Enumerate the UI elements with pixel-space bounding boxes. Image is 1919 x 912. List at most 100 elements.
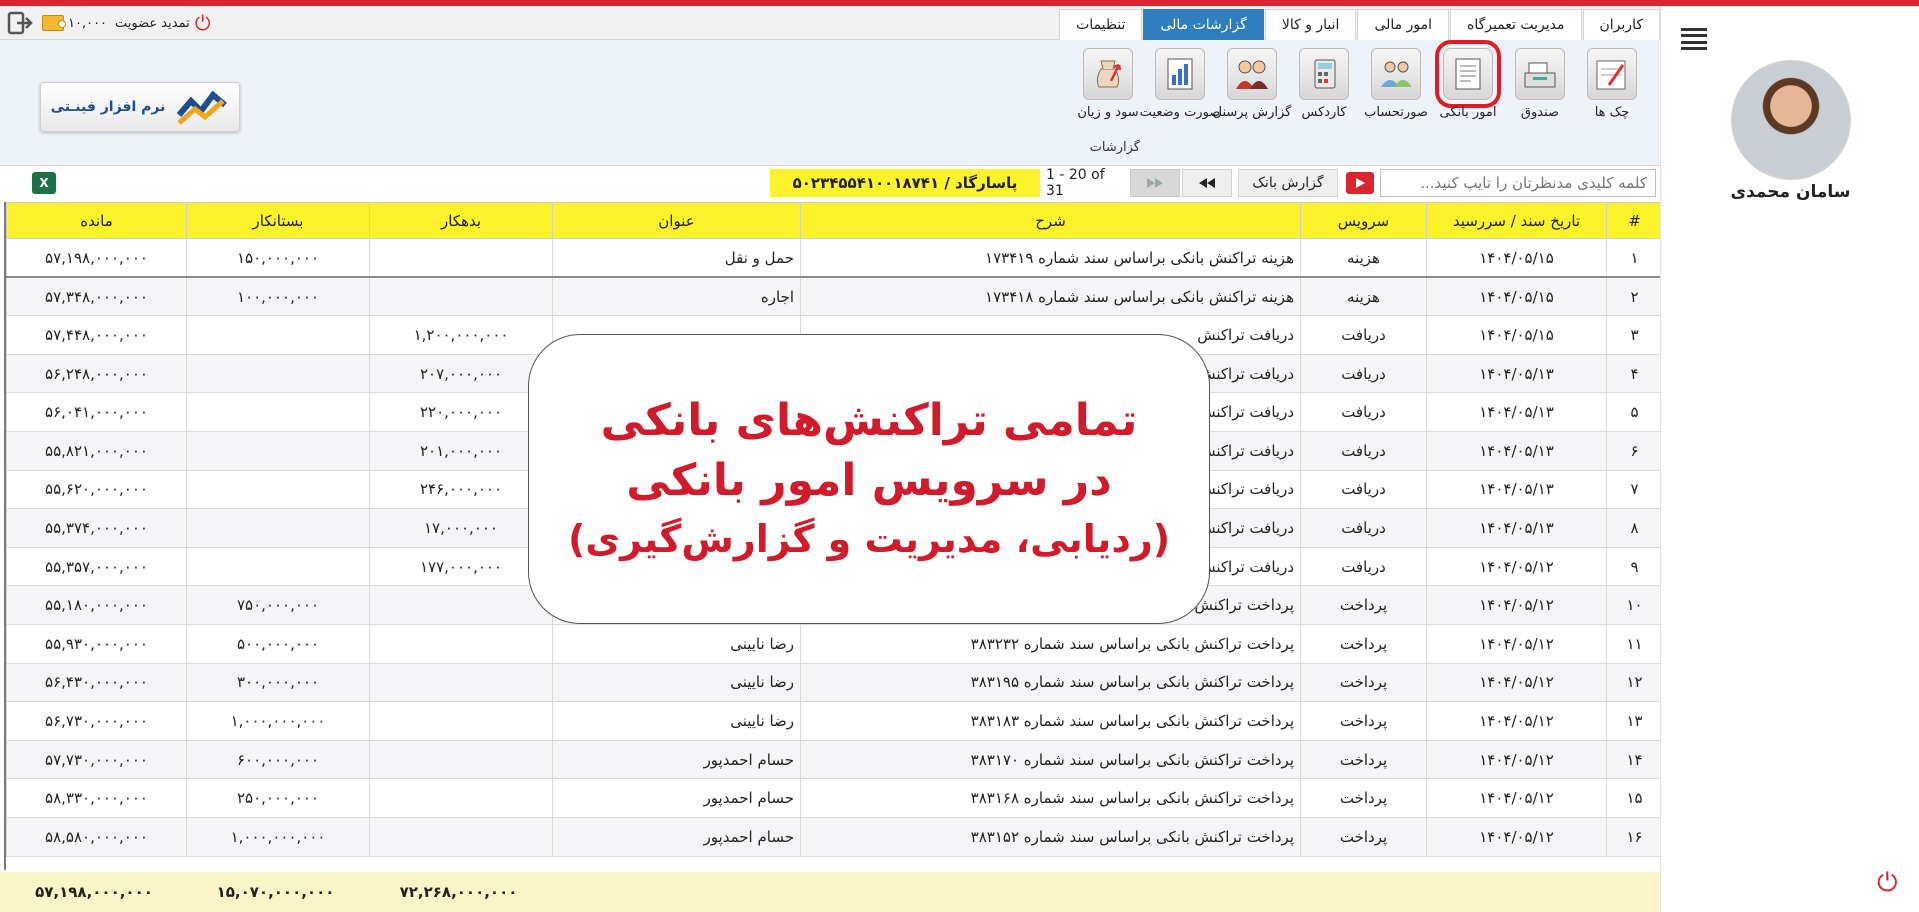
- cell-balance: ۵۷,۳۴۸,۰۰۰,۰۰۰: [6, 276, 187, 317]
- col-description[interactable]: شرح: [800, 202, 1301, 239]
- power-icon: ⏻: [1877, 868, 1898, 898]
- col-number[interactable]: #: [1606, 202, 1660, 239]
- cell-date: ۱۴۰۴/۰۵/۱۳: [1426, 392, 1607, 432]
- ribbon-staff-report[interactable]: گزارش پرسنل: [1213, 48, 1291, 132]
- cell-credit: ۱۵۰,۰۰۰,۰۰۰: [186, 238, 370, 279]
- cell-date: ۱۴۰۴/۰۵/۱۲: [1426, 623, 1607, 664]
- cell-description: هزینه تراکنش بانکی براساس سند شماره ۱۷۳۴…: [800, 238, 1301, 279]
- cell-balance: ۵۶,۴۳۰,۰۰۰,۰۰۰: [6, 662, 187, 703]
- cell-service: پرداخت: [1300, 701, 1427, 741]
- table-row[interactable]: ۱۱ ۱۴۰۴/۰۵/۱۲ پرداخت پرداخت تراکنش بانکی بر…: [6, 623, 1660, 664]
- tab-settings[interactable]: تنظیمات: [1059, 9, 1143, 40]
- table-row[interactable]: ۱۶ ۱۴۰۴/۰۵/۱۲ پرداخت پرداخت تراکنش بانکی بر…: [6, 816, 1660, 857]
- ribbon-cheques[interactable]: چک ها: [1578, 48, 1646, 132]
- menu-icon-bar: [1681, 34, 1707, 38]
- ribbon-status-report[interactable]: صورت وضعیت: [1140, 48, 1220, 132]
- cell-description: پرداخت تراکنش بانکی براساس سند شماره ۳۸۳…: [800, 701, 1301, 741]
- cell-description: پرداخت تراکنش بانکی براساس سند شماره ۳۸۳…: [800, 739, 1301, 780]
- ribbon-banking[interactable]: امور بانکی: [1434, 40, 1502, 132]
- cell-credit: [186, 315, 370, 355]
- cell-title: رضا نایینی: [552, 623, 801, 664]
- next-page-button[interactable]: [1182, 169, 1232, 197]
- wallet-credit[interactable]: ۱۰,۰۰۰: [42, 15, 107, 31]
- cell-credit: ۳۰۰,۰۰۰,۰۰۰: [186, 662, 370, 703]
- cell-balance: ۵۵,۱۸۰,۰۰۰,۰۰۰: [6, 585, 187, 625]
- col-balance[interactable]: مانده: [6, 202, 187, 239]
- cell-date: ۱۴۰۴/۰۵/۱۵: [1426, 276, 1607, 317]
- cell-service: هزینه: [1300, 276, 1427, 317]
- logout-button[interactable]: [6, 10, 34, 36]
- cash-register-icon: [1524, 62, 1556, 88]
- menu-icon-bar: [1681, 28, 1707, 31]
- col-date[interactable]: تاریخ سند / سررسید: [1426, 202, 1607, 239]
- cell-credit: ۱,۰۰۰,۰۰۰,۰۰۰: [186, 701, 370, 741]
- table-row[interactable]: ۱۳ ۱۴۰۴/۰۵/۱۲ پرداخت پرداخت تراکنش بانکی بر…: [6, 701, 1660, 741]
- cell-balance: ۵۵,۶۲۰,۰۰۰,۰۰۰: [6, 469, 187, 510]
- tab-inventory[interactable]: انبار و کالا: [1264, 9, 1357, 40]
- cell-credit: [186, 469, 370, 510]
- cell-debit: [369, 276, 553, 317]
- bank-document-icon: [1455, 58, 1481, 90]
- ribbon-cashbox[interactable]: صندوق: [1506, 48, 1574, 132]
- renew-membership[interactable]: تمدید عضویت ⏻: [115, 13, 211, 33]
- table-row[interactable]: ۱ ۱۴۰۴/۰۵/۱۵ هزینه هزینه تراکنش بانکی براسا…: [6, 238, 1660, 279]
- ribbon-cardex[interactable]: کاردکس: [1290, 48, 1358, 132]
- app-logo: نرم افزار فینـتی: [40, 82, 240, 132]
- avatar[interactable]: [1731, 60, 1851, 180]
- hamburger-menu-button[interactable]: [1681, 28, 1707, 50]
- bank-report-button[interactable]: گزارش بانک: [1238, 169, 1338, 197]
- cell-debit: ۱,۲۰۰,۰۰۰,۰۰۰: [369, 315, 553, 355]
- excel-export-button[interactable]: X: [32, 172, 56, 194]
- previous-page-button[interactable]: [1130, 169, 1180, 197]
- cell-number: ۷: [1606, 469, 1660, 510]
- cell-title: حسام احمدپور: [552, 778, 801, 818]
- col-debit[interactable]: بدهکار: [369, 202, 553, 239]
- cell-number: ۱: [1606, 238, 1660, 279]
- cell-date: ۱۴۰۴/۰۵/۱۲: [1426, 585, 1607, 625]
- cell-date: ۱۴۰۴/۰۵/۱۳: [1426, 469, 1607, 510]
- tab-financial-reports[interactable]: گزارشات مالی: [1143, 9, 1264, 40]
- cell-date: ۱۴۰۴/۰۵/۱۲: [1426, 778, 1607, 818]
- table-row[interactable]: ۲ ۱۴۰۴/۰۵/۱۵ هزینه هزینه تراکنش بانکی براسا…: [6, 276, 1660, 317]
- top-header: کاربران مدیریت تعمیرگاه امور مالی انبار …: [0, 6, 1660, 40]
- col-credit[interactable]: بستانکار: [186, 202, 370, 239]
- cell-debit: [369, 701, 553, 741]
- ribbon-statement[interactable]: صورتحساب: [1362, 48, 1430, 132]
- cell-number: ۱۶: [1606, 816, 1660, 857]
- cell-number: ۸: [1606, 508, 1660, 548]
- run-search-button[interactable]: [1346, 172, 1374, 194]
- total-debit: ۷۲,۲۶۸,۰۰۰,۰۰۰: [399, 883, 518, 901]
- cheque-icon: [1596, 60, 1626, 90]
- cell-debit: [369, 739, 553, 780]
- cell-debit: ۱۷,۰۰۰,۰۰۰: [369, 508, 553, 548]
- cell-service: پرداخت: [1300, 623, 1427, 664]
- col-title[interactable]: عنوان: [552, 202, 801, 239]
- play-icon: [1356, 178, 1365, 188]
- tab-finance[interactable]: امور مالی: [1357, 9, 1449, 40]
- cell-date: ۱۴۰۴/۰۵/۱۳: [1426, 353, 1607, 394]
- cell-credit: [186, 508, 370, 548]
- callout-line-2: در سرویس امور بانکی: [626, 455, 1112, 506]
- tab-users[interactable]: کاربران: [1582, 9, 1660, 40]
- table-row[interactable]: ۱۴ ۱۴۰۴/۰۵/۱۲ پرداخت پرداخت تراکنش بانکی بر…: [6, 739, 1660, 780]
- cell-number: ۲: [1606, 276, 1660, 317]
- cell-description: پرداخت تراکنش بانکی براساس سند شماره ۳۸۳…: [800, 778, 1301, 818]
- cell-service: پرداخت: [1300, 662, 1427, 703]
- power-off-button[interactable]: ⏻: [1877, 868, 1898, 899]
- tab-workshop[interactable]: مدیریت تعمیرگاه: [1449, 9, 1582, 40]
- cell-date: ۱۴۰۴/۰۵/۱۲: [1426, 701, 1607, 741]
- search-input[interactable]: [1380, 169, 1656, 197]
- cell-balance: ۵۶,۰۴۱,۰۰۰,۰۰۰: [6, 392, 187, 432]
- cell-date: ۱۴۰۴/۰۵/۱۲: [1426, 546, 1607, 587]
- cell-date: ۱۴۰۴/۰۵/۱۵: [1426, 315, 1607, 355]
- col-service[interactable]: سرویس: [1300, 202, 1427, 239]
- ribbon-profit-loss[interactable]: سود و زیان: [1074, 48, 1142, 132]
- cell-debit: [369, 662, 553, 703]
- chart-document-icon: [1167, 58, 1193, 90]
- staff-icon: [1236, 60, 1268, 89]
- cell-debit: [369, 585, 553, 625]
- table-row[interactable]: ۱۲ ۱۴۰۴/۰۵/۱۲ پرداخت پرداخت تراکنش بانکی بر…: [6, 662, 1660, 703]
- cell-description: پرداخت تراکنش بانکی براساس سند شماره ۳۸۳…: [800, 816, 1301, 857]
- table-row[interactable]: ۱۵ ۱۴۰۴/۰۵/۱۲ پرداخت پرداخت تراکنش بانکی بر…: [6, 778, 1660, 818]
- credit-amount: ۱۰,۰۰۰: [68, 15, 108, 31]
